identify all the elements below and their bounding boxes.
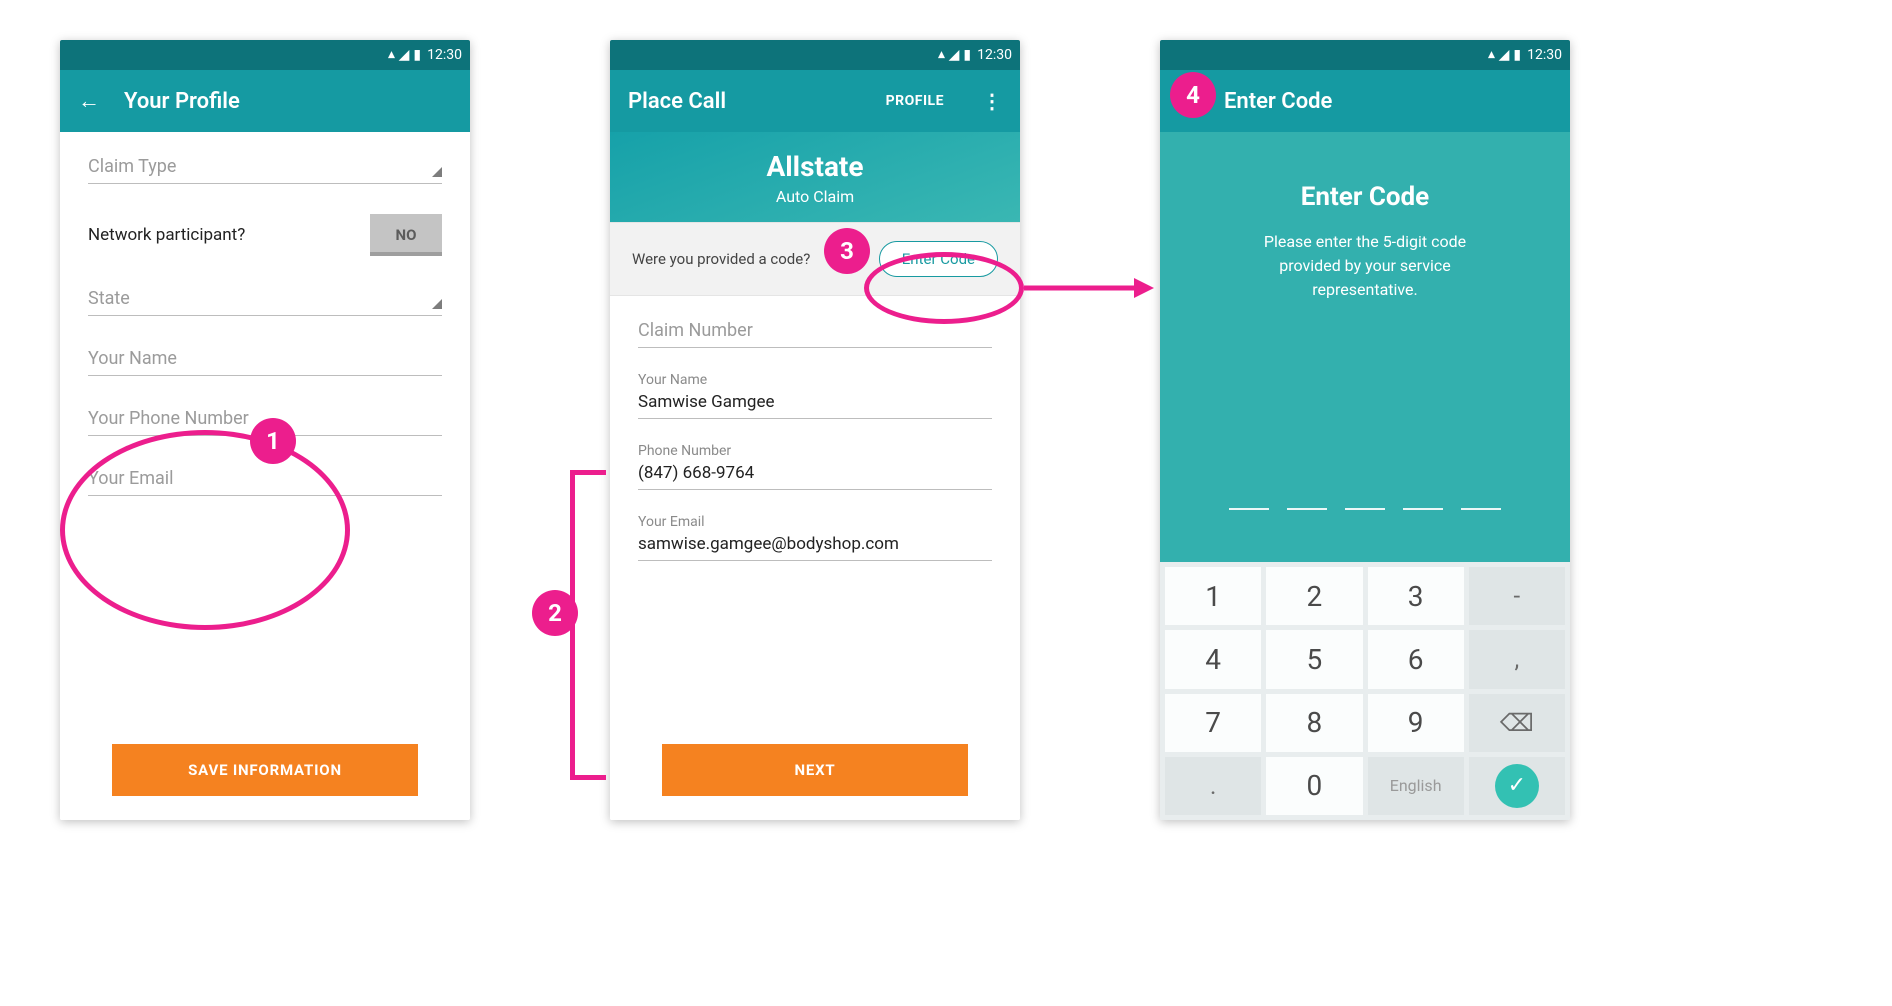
email-field[interactable]: Your Email samwise.gamgee@bodyshop.com — [638, 512, 992, 561]
key-8[interactable]: 8 — [1266, 694, 1362, 752]
wifi-icon — [1488, 47, 1495, 63]
key-5[interactable]: 5 — [1266, 630, 1362, 688]
wifi-icon — [388, 47, 395, 63]
key-9[interactable]: 9 — [1368, 694, 1464, 752]
key-7[interactable]: 7 — [1165, 694, 1261, 752]
code-strip: Were you provided a code? Enter Code — [610, 222, 1020, 296]
status-time: 12:30 — [977, 47, 1012, 63]
key-2[interactable]: 2 — [1266, 567, 1362, 625]
email-field[interactable]: Your Email — [88, 466, 442, 496]
key-4[interactable]: 4 — [1165, 630, 1261, 688]
phone-2: 12:30 Place Call PROFILE ⋮ Allstate Auto… — [610, 40, 1020, 820]
placecall-form: Claim Number Your Name Samwise Gamgee Ph… — [610, 296, 1020, 820]
carrier-name: Allstate — [610, 150, 1020, 183]
entercode-message: Please enter the 5-digit code provided b… — [1235, 230, 1495, 302]
appbar-entercode: ← Enter Code — [1160, 70, 1570, 132]
name-placeholder: Your Name — [88, 348, 442, 369]
network-toggle[interactable]: NO — [370, 214, 442, 256]
key-3[interactable]: 3 — [1368, 567, 1464, 625]
key-comma[interactable]: , — [1469, 630, 1565, 688]
key-1[interactable]: 1 — [1165, 567, 1261, 625]
signal-icon — [949, 47, 960, 63]
enter-code-button[interactable]: Enter Code — [879, 241, 998, 277]
battery-icon — [963, 47, 971, 63]
name-field[interactable]: Your Name — [88, 346, 442, 376]
code-slot — [1403, 508, 1443, 510]
next-button[interactable]: NEXT — [662, 744, 968, 796]
back-icon[interactable]: ← — [1178, 88, 1200, 114]
page-title: Place Call — [628, 89, 862, 114]
key-0[interactable]: 0 — [1266, 757, 1362, 815]
claim-number-field[interactable]: Claim Number — [638, 318, 992, 348]
save-button[interactable]: SAVE INFORMATION — [112, 744, 418, 796]
key-backspace-icon[interactable]: ⌫ — [1469, 694, 1565, 752]
phone-label: Phone Number — [638, 443, 992, 459]
carrier-header: Allstate Auto Claim — [610, 132, 1020, 222]
signal-icon — [1499, 47, 1510, 63]
code-slot — [1287, 508, 1327, 510]
wifi-icon — [938, 47, 945, 63]
battery-icon — [1513, 47, 1521, 63]
name-field[interactable]: Your Name Samwise Gamgee — [638, 370, 992, 419]
key-submit-icon[interactable]: ✓ — [1495, 764, 1539, 808]
signal-icon — [399, 47, 410, 63]
phone-1: 12:30 ← Your Profile Claim Type Network … — [60, 40, 470, 820]
phone-value: (847) 668-9764 — [638, 463, 992, 483]
back-icon[interactable]: ← — [78, 88, 100, 114]
annotation-arrow-icon — [1024, 278, 1154, 308]
page-title: Your Profile — [124, 89, 452, 114]
phone-placeholder: Your Phone Number — [88, 408, 442, 429]
page-title: Enter Code — [1224, 89, 1552, 114]
entercode-title: Enter Code — [1192, 182, 1538, 212]
battery-icon — [413, 47, 421, 63]
email-placeholder: Your Email — [88, 468, 442, 489]
state-select[interactable]: State — [88, 286, 442, 316]
code-prompt-label: Were you provided a code? — [632, 250, 810, 268]
network-participant-row: Network participant? NO — [88, 214, 442, 256]
key-language[interactable]: English — [1368, 757, 1464, 815]
carrier-subtitle: Auto Claim — [610, 187, 1020, 206]
status-bar: 12:30 — [60, 40, 470, 70]
overflow-icon[interactable]: ⋮ — [982, 89, 1002, 113]
status-bar: 12:30 — [1160, 40, 1570, 70]
appbar-profile: ← Your Profile — [60, 70, 470, 132]
phone-field[interactable]: Your Phone Number — [88, 406, 442, 436]
claim-type-placeholder: Claim Type — [88, 156, 442, 177]
name-value: Samwise Gamgee — [638, 392, 992, 412]
appbar-placecall: Place Call PROFILE ⋮ — [610, 70, 1020, 132]
status-bar: 12:30 — [610, 40, 1020, 70]
claim-type-select[interactable]: Claim Type — [88, 154, 442, 184]
code-slot — [1229, 508, 1269, 510]
annotation-badge-2: 2 — [532, 590, 578, 636]
numeric-keypad: 1 2 3 - 4 5 6 , 7 8 9 ⌫ . 0 English ✓ — [1160, 562, 1570, 820]
email-label: Your Email — [638, 514, 992, 530]
status-time: 12:30 — [1527, 47, 1562, 63]
entercode-panel: Enter Code Please enter the 5-digit code… — [1160, 132, 1570, 562]
key-submit-cell: ✓ — [1469, 757, 1565, 815]
key-dash[interactable]: - — [1469, 567, 1565, 625]
state-placeholder: State — [88, 288, 442, 309]
code-input[interactable] — [1192, 508, 1538, 522]
key-period[interactable]: . — [1165, 757, 1261, 815]
tutorial-canvas: 12:30 ← Your Profile Claim Type Network … — [0, 0, 1892, 1006]
network-question-label: Network participant? — [88, 225, 245, 245]
phone-3: 12:30 ← Enter Code Enter Code Please ent… — [1160, 40, 1570, 820]
email-value: samwise.gamgee@bodyshop.com — [638, 534, 992, 554]
code-slot — [1345, 508, 1385, 510]
code-slot — [1461, 508, 1501, 510]
status-time: 12:30 — [427, 47, 462, 63]
key-6[interactable]: 6 — [1368, 630, 1464, 688]
profile-form: Claim Type Network participant? NO State… — [60, 132, 470, 820]
claim-number-placeholder: Claim Number — [638, 320, 992, 341]
annotation-bracket-2 — [570, 470, 606, 780]
phone-field[interactable]: Phone Number (847) 668-9764 — [638, 441, 992, 490]
name-label: Your Name — [638, 372, 992, 388]
profile-button[interactable]: PROFILE — [886, 93, 944, 109]
